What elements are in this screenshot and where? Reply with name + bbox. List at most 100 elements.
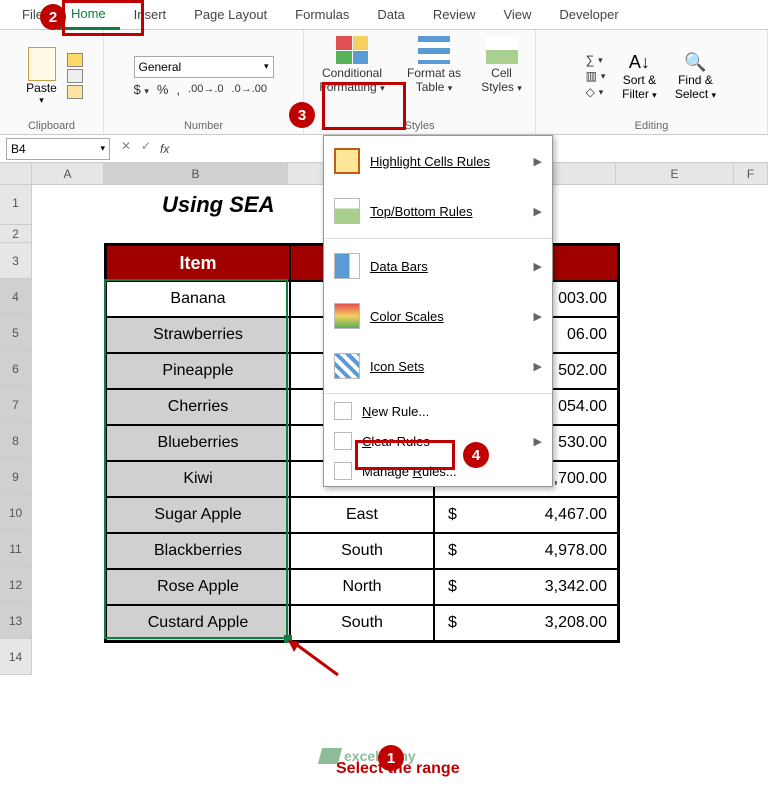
col-header-e[interactable]: E xyxy=(616,163,734,185)
row-header-1[interactable]: 1 xyxy=(0,185,32,225)
menu-icon-sets[interactable]: Icon Sets ▶ xyxy=(324,341,552,391)
data-bars-icon xyxy=(334,253,360,279)
callout-3: 3 xyxy=(289,102,315,128)
tab-home[interactable]: Home xyxy=(57,0,120,30)
cell-item[interactable]: Rose Apple xyxy=(106,569,290,605)
row-header-7[interactable]: 7 xyxy=(0,387,32,423)
cell-item[interactable]: Sugar Apple xyxy=(106,497,290,533)
find-select-button[interactable]: 🔍 Find & Select ▾ xyxy=(669,52,721,101)
sort-filter-icon: A↓ xyxy=(629,52,650,73)
icon-sets-icon xyxy=(334,353,360,379)
format-painter-icon[interactable] xyxy=(67,85,83,99)
fat-label-2: Table xyxy=(416,80,445,94)
submenu-arrow-icon: ▶ xyxy=(534,205,542,218)
copy-icon[interactable] xyxy=(67,69,83,83)
col-header-b[interactable]: B xyxy=(104,163,288,185)
header-item: Item xyxy=(106,245,290,281)
cell-currency[interactable]: $ xyxy=(434,569,470,605)
cell-amount[interactable]: 4,978.00 xyxy=(470,533,618,569)
clipboard-small-buttons xyxy=(67,53,83,99)
cell-region[interactable]: South xyxy=(290,533,434,569)
tab-data[interactable]: Data xyxy=(363,1,418,28)
row-header-3[interactable]: 3 xyxy=(0,243,32,279)
cell-item[interactable]: Strawberries xyxy=(106,317,290,353)
table-row: BlackberriesSouth$4,978.00 xyxy=(106,533,618,569)
cell-currency[interactable]: $ xyxy=(434,497,470,533)
tab-formulas[interactable]: Formulas xyxy=(281,1,363,28)
row-header-2[interactable]: 2 xyxy=(0,225,32,243)
menu-highlight-cells[interactable]: HHighlight Cells Rulesighlight Cells Rul… xyxy=(324,136,552,186)
row-header-9[interactable]: 9 xyxy=(0,459,32,495)
cell-item[interactable]: Banana xyxy=(106,281,290,317)
cell-currency[interactable]: $ xyxy=(434,533,470,569)
cell-item[interactable]: Kiwi xyxy=(106,461,290,497)
callout-1: 1 xyxy=(378,745,404,771)
row-header-4[interactable]: 4 xyxy=(0,279,32,315)
menu-manage-rules[interactable]: Manage Rules... xyxy=(324,456,552,486)
menu-clear-rules[interactable]: Clear Rules ▶ xyxy=(324,426,552,456)
fx-icon[interactable]: fx xyxy=(160,142,169,156)
cell-amount[interactable]: 4,467.00 xyxy=(470,497,618,533)
increase-decimal-button[interactable]: .00→.0 xyxy=(188,83,223,95)
cell-item[interactable]: Cherries xyxy=(106,389,290,425)
cell-item[interactable]: Blackberries xyxy=(106,533,290,569)
cell-currency[interactable]: $ xyxy=(434,605,470,641)
conditional-formatting-button[interactable]: Conditional Formatting ▾ xyxy=(310,34,394,94)
cell-styles-button[interactable]: Cell Styles ▾ xyxy=(474,34,529,94)
row-header-13[interactable]: 13 xyxy=(0,603,32,639)
row-header-8[interactable]: 8 xyxy=(0,423,32,459)
number-format-select[interactable]: General ▾ xyxy=(134,56,274,78)
chevron-down-icon: ▾ xyxy=(380,83,385,93)
row-header-5[interactable]: 5 xyxy=(0,315,32,351)
tab-page-layout[interactable]: Page Layout xyxy=(180,1,281,28)
group-label-clipboard: Clipboard xyxy=(28,120,75,132)
row-header-10[interactable]: 10 xyxy=(0,495,32,531)
group-label-editing: Editing xyxy=(635,120,669,132)
comma-style-button[interactable]: , xyxy=(176,82,180,97)
cell-region[interactable]: North xyxy=(290,569,434,605)
row-header-12[interactable]: 12 xyxy=(0,567,32,603)
enter-formula-button[interactable]: ✓ xyxy=(136,139,156,159)
table-row: Custard AppleSouth$3,208.00 xyxy=(106,605,618,641)
tab-review[interactable]: Review xyxy=(419,1,490,28)
autosum-button[interactable]: ∑▾ xyxy=(586,53,606,67)
find-label-2: Select xyxy=(675,87,708,101)
clear-button[interactable]: ◇▾ xyxy=(586,85,606,99)
cell-item[interactable]: Blueberries xyxy=(106,425,290,461)
row-header-6[interactable]: 6 xyxy=(0,351,32,387)
col-header-f[interactable]: F xyxy=(734,163,768,185)
cf-label-2: Formatting xyxy=(319,80,376,94)
cut-icon[interactable] xyxy=(67,53,83,67)
accounting-format-button[interactable]: $ ▾ xyxy=(134,82,149,97)
cell-item[interactable]: Pineapple xyxy=(106,353,290,389)
tab-view[interactable]: View xyxy=(489,1,545,28)
menu-new-rule[interactable]: New Rule... xyxy=(324,396,552,426)
fill-button[interactable]: ▥▾ xyxy=(586,69,606,83)
cell-region[interactable]: South xyxy=(290,605,434,641)
cell-amount[interactable]: 3,342.00 xyxy=(470,569,618,605)
select-all-corner[interactable] xyxy=(0,163,32,185)
menu-data-bars[interactable]: Data Bars ▶ xyxy=(324,241,552,291)
group-clipboard: Paste ▾ Clipboard xyxy=(0,30,104,134)
table-row: Rose AppleNorth$3,342.00 xyxy=(106,569,618,605)
format-as-table-button[interactable]: Format as Table ▾ xyxy=(398,34,470,94)
tab-insert[interactable]: Insert xyxy=(120,1,181,28)
menu-top-bottom[interactable]: Top/Bottom Rules ▶ xyxy=(324,186,552,236)
percent-button[interactable]: % xyxy=(157,82,169,97)
paste-button[interactable]: Paste ▾ xyxy=(21,47,63,106)
cancel-formula-button[interactable]: ✕ xyxy=(116,139,136,159)
row-header-14[interactable]: 14 xyxy=(0,639,32,675)
col-header-a[interactable]: A xyxy=(32,163,104,185)
name-box[interactable]: B4 ▾ xyxy=(6,138,110,160)
menu-color-scales[interactable]: Color Scales ▶ xyxy=(324,291,552,341)
group-number: General ▾ $ ▾ % , .00→.0 .0→.00 Number xyxy=(104,30,304,134)
sort-filter-button[interactable]: A↓ Sort & Filter ▾ xyxy=(613,52,665,101)
cell-item[interactable]: Custard Apple xyxy=(106,605,290,641)
decrease-decimal-button[interactable]: .0→.00 xyxy=(232,83,267,95)
tab-developer[interactable]: Developer xyxy=(545,1,632,28)
submenu-arrow-icon: ▶ xyxy=(534,155,542,168)
cell-amount[interactable]: 3,208.00 xyxy=(470,605,618,641)
row-header-11[interactable]: 11 xyxy=(0,531,32,567)
cell-region[interactable]: East xyxy=(290,497,434,533)
paste-label: Paste xyxy=(26,81,57,95)
